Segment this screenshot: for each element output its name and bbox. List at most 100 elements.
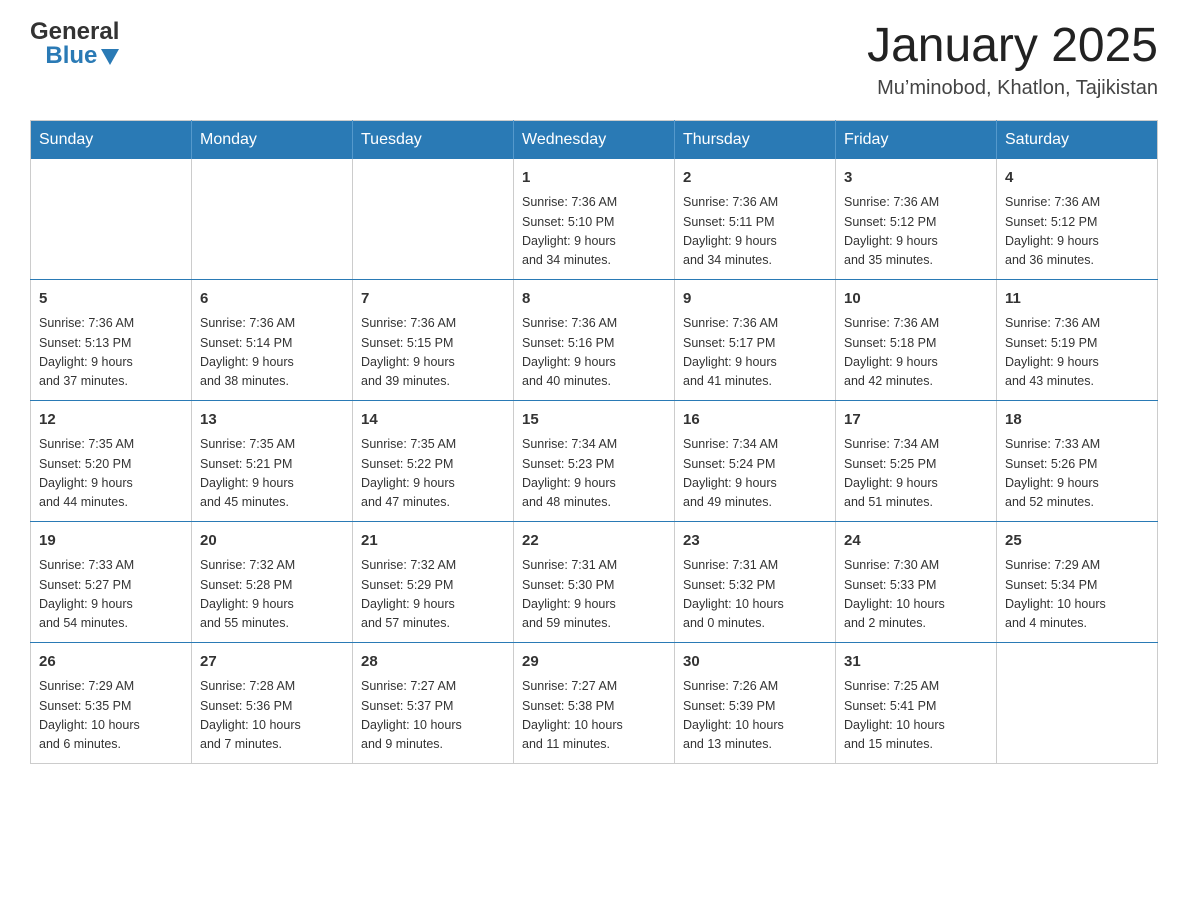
- calendar-cell: [353, 159, 514, 280]
- calendar-header-row: SundayMondayTuesdayWednesdayThursdayFrid…: [31, 120, 1158, 159]
- calendar-cell: 27 Sunrise: 7:28 AM Sunset: 5:36 PM Dayli…: [192, 642, 353, 763]
- day-number: 11: [1005, 288, 1149, 311]
- header-day-friday: Friday: [836, 120, 997, 159]
- day-info: Sunrise: 7:31 AM Sunset: 5:32 PM Dayligh…: [683, 556, 827, 634]
- page-header: General Blue January 2025 Mu’minobod, Kh…: [30, 20, 1158, 100]
- calendar-cell: 7 Sunrise: 7:36 AM Sunset: 5:15 PM Daylig…: [353, 279, 514, 400]
- day-number: 8: [522, 288, 666, 311]
- day-info: Sunrise: 7:29 AM Sunset: 5:34 PM Dayligh…: [1005, 556, 1149, 634]
- day-number: 2: [683, 167, 827, 190]
- day-info: Sunrise: 7:28 AM Sunset: 5:36 PM Dayligh…: [200, 677, 344, 755]
- day-info: Sunrise: 7:33 AM Sunset: 5:26 PM Dayligh…: [1005, 435, 1149, 513]
- day-info: Sunrise: 7:25 AM Sunset: 5:41 PM Dayligh…: [844, 677, 988, 755]
- day-number: 23: [683, 530, 827, 553]
- day-number: 7: [361, 288, 505, 311]
- day-info: Sunrise: 7:36 AM Sunset: 5:17 PM Dayligh…: [683, 314, 827, 392]
- calendar-cell: 14Sunrise: 7:35 AM Sunset: 5:22 PM Dayli…: [353, 400, 514, 521]
- header-day-monday: Monday: [192, 120, 353, 159]
- calendar-cell: 9 Sunrise: 7:36 AM Sunset: 5:17 PM Daylig…: [675, 279, 836, 400]
- day-info: Sunrise: 7:32 AM Sunset: 5:29 PM Dayligh…: [361, 556, 505, 634]
- calendar-cell: 12 Sunrise: 7:35 AM Sunset: 5:20 PM Dayli…: [31, 400, 192, 521]
- calendar-cell: 19 Sunrise: 7:33 AM Sunset: 5:27 PM Dayli…: [31, 521, 192, 642]
- logo: General Blue: [30, 20, 119, 68]
- day-number: 6: [200, 288, 344, 311]
- header-day-sunday: Sunday: [31, 120, 192, 159]
- day-number: 18: [1005, 409, 1149, 432]
- calendar-cell: 3 Sunrise: 7:36 AM Sunset: 5:12 PM Daylig…: [836, 159, 997, 280]
- calendar-cell: 22 Sunrise: 7:31 AM Sunset: 5:30 PM Dayli…: [514, 521, 675, 642]
- day-number: 5: [39, 288, 183, 311]
- page-title: January 2025: [867, 20, 1158, 73]
- calendar-week-row: 19 Sunrise: 7:33 AM Sunset: 5:27 PM Dayli…: [31, 521, 1158, 642]
- day-number: 14: [361, 409, 505, 432]
- day-number: 21: [361, 530, 505, 553]
- day-number: 17: [844, 409, 988, 432]
- day-number: 3: [844, 167, 988, 190]
- calendar-cell: 11 Sunrise: 7:36 AM Sunset: 5:19 PM Dayli…: [997, 279, 1158, 400]
- calendar-cell: 29Sunrise: 7:27 AM Sunset: 5:38 PM Dayli…: [514, 642, 675, 763]
- day-info: Sunrise: 7:27 AM Sunset: 5:37 PM Dayligh…: [361, 677, 505, 755]
- day-number: 20: [200, 530, 344, 553]
- logo-icon: General Blue: [30, 20, 119, 68]
- calendar-cell: 31Sunrise: 7:25 AM Sunset: 5:41 PM Dayli…: [836, 642, 997, 763]
- title-block: January 2025 Mu’minobod, Khatlon, Tajiki…: [867, 20, 1158, 100]
- day-number: 22: [522, 530, 666, 553]
- day-number: 15: [522, 409, 666, 432]
- day-info: Sunrise: 7:30 AM Sunset: 5:33 PM Dayligh…: [844, 556, 988, 634]
- calendar-cell: 15Sunrise: 7:34 AM Sunset: 5:23 PM Dayli…: [514, 400, 675, 521]
- day-number: 12: [39, 409, 183, 432]
- calendar-cell: [31, 159, 192, 280]
- day-number: 19: [39, 530, 183, 553]
- day-info: Sunrise: 7:34 AM Sunset: 5:24 PM Dayligh…: [683, 435, 827, 513]
- calendar-week-row: 12 Sunrise: 7:35 AM Sunset: 5:20 PM Dayli…: [31, 400, 1158, 521]
- day-info: Sunrise: 7:32 AM Sunset: 5:28 PM Dayligh…: [200, 556, 344, 634]
- calendar-cell: [997, 642, 1158, 763]
- calendar-table: SundayMondayTuesdayWednesdayThursdayFrid…: [30, 120, 1158, 764]
- calendar-cell: 2 Sunrise: 7:36 AM Sunset: 5:11 PM Daylig…: [675, 159, 836, 280]
- day-info: Sunrise: 7:36 AM Sunset: 5:12 PM Dayligh…: [844, 193, 988, 271]
- day-number: 9: [683, 288, 827, 311]
- calendar-cell: 30 Sunrise: 7:26 AM Sunset: 5:39 PM Dayli…: [675, 642, 836, 763]
- header-day-wednesday: Wednesday: [514, 120, 675, 159]
- calendar-week-row: 26 Sunrise: 7:29 AM Sunset: 5:35 PM Dayli…: [31, 642, 1158, 763]
- calendar-cell: 20 Sunrise: 7:32 AM Sunset: 5:28 PM Dayli…: [192, 521, 353, 642]
- calendar-cell: [192, 159, 353, 280]
- day-number: 26: [39, 651, 183, 674]
- day-info: Sunrise: 7:36 AM Sunset: 5:11 PM Dayligh…: [683, 193, 827, 271]
- day-info: Sunrise: 7:36 AM Sunset: 5:18 PM Dayligh…: [844, 314, 988, 392]
- day-number: 16: [683, 409, 827, 432]
- day-info: Sunrise: 7:36 AM Sunset: 5:13 PM Dayligh…: [39, 314, 183, 392]
- calendar-cell: 28Sunrise: 7:27 AM Sunset: 5:37 PM Dayli…: [353, 642, 514, 763]
- day-info: Sunrise: 7:36 AM Sunset: 5:14 PM Dayligh…: [200, 314, 344, 392]
- calendar-cell: 21 Sunrise: 7:32 AM Sunset: 5:29 PM Dayli…: [353, 521, 514, 642]
- calendar-cell: 5 Sunrise: 7:36 AM Sunset: 5:13 PM Daylig…: [31, 279, 192, 400]
- page-subtitle: Mu’minobod, Khatlon, Tajikistan: [867, 77, 1158, 100]
- calendar-cell: 23 Sunrise: 7:31 AM Sunset: 5:32 PM Dayli…: [675, 521, 836, 642]
- day-info: Sunrise: 7:35 AM Sunset: 5:20 PM Dayligh…: [39, 435, 183, 513]
- day-info: Sunrise: 7:33 AM Sunset: 5:27 PM Dayligh…: [39, 556, 183, 634]
- calendar-cell: 18 Sunrise: 7:33 AM Sunset: 5:26 PM Dayli…: [997, 400, 1158, 521]
- day-number: 27: [200, 651, 344, 674]
- calendar-cell: 8 Sunrise: 7:36 AM Sunset: 5:16 PM Daylig…: [514, 279, 675, 400]
- day-info: Sunrise: 7:36 AM Sunset: 5:10 PM Dayligh…: [522, 193, 666, 271]
- day-info: Sunrise: 7:26 AM Sunset: 5:39 PM Dayligh…: [683, 677, 827, 755]
- header-day-saturday: Saturday: [997, 120, 1158, 159]
- day-number: 30: [683, 651, 827, 674]
- day-info: Sunrise: 7:34 AM Sunset: 5:25 PM Dayligh…: [844, 435, 988, 513]
- calendar-cell: 4Sunrise: 7:36 AM Sunset: 5:12 PM Daylig…: [997, 159, 1158, 280]
- day-info: Sunrise: 7:36 AM Sunset: 5:15 PM Dayligh…: [361, 314, 505, 392]
- day-info: Sunrise: 7:35 AM Sunset: 5:21 PM Dayligh…: [200, 435, 344, 513]
- calendar-cell: 26 Sunrise: 7:29 AM Sunset: 5:35 PM Dayli…: [31, 642, 192, 763]
- calendar-cell: 6 Sunrise: 7:36 AM Sunset: 5:14 PM Daylig…: [192, 279, 353, 400]
- day-info: Sunrise: 7:29 AM Sunset: 5:35 PM Dayligh…: [39, 677, 183, 755]
- calendar-week-row: 5 Sunrise: 7:36 AM Sunset: 5:13 PM Daylig…: [31, 279, 1158, 400]
- calendar-cell: 16 Sunrise: 7:34 AM Sunset: 5:24 PM Dayli…: [675, 400, 836, 521]
- day-info: Sunrise: 7:36 AM Sunset: 5:16 PM Dayligh…: [522, 314, 666, 392]
- day-info: Sunrise: 7:36 AM Sunset: 5:19 PM Dayligh…: [1005, 314, 1149, 392]
- day-info: Sunrise: 7:27 AM Sunset: 5:38 PM Dayligh…: [522, 677, 666, 755]
- day-info: Sunrise: 7:31 AM Sunset: 5:30 PM Dayligh…: [522, 556, 666, 634]
- calendar-cell: 24Sunrise: 7:30 AM Sunset: 5:33 PM Dayli…: [836, 521, 997, 642]
- day-number: 1: [522, 167, 666, 190]
- calendar-week-row: 1 Sunrise: 7:36 AM Sunset: 5:10 PM Daylig…: [31, 159, 1158, 280]
- day-number: 25: [1005, 530, 1149, 553]
